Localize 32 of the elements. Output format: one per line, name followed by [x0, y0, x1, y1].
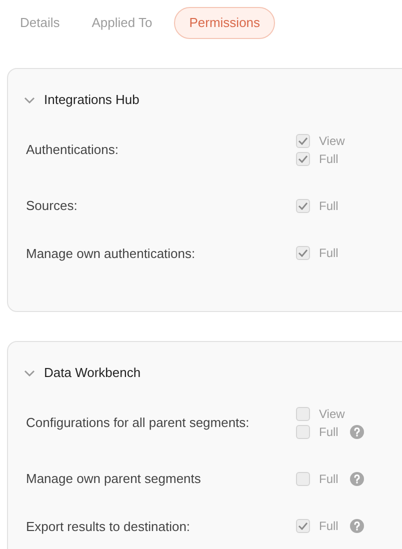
help-icon[interactable]: [350, 425, 364, 439]
help-icon[interactable]: [350, 472, 364, 486]
checkbox[interactable]: [296, 519, 310, 534]
checkbox[interactable]: [296, 134, 310, 148]
checkbox[interactable]: [296, 407, 310, 421]
option-label: View: [319, 133, 345, 150]
checkbox[interactable]: [296, 152, 310, 166]
checkbox[interactable]: [296, 425, 310, 439]
permission-label: Sources:: [26, 197, 78, 215]
tab[interactable]: Permissions: [174, 7, 276, 39]
tab[interactable]: Applied To: [82, 7, 162, 39]
tab[interactable]: Details: [10, 7, 70, 39]
permission-label: Authentications:: [26, 141, 120, 160]
section-title: Integrations Hub: [44, 91, 140, 110]
help-icon[interactable]: [350, 519, 364, 534]
permission-label: Manage own authentications:: [26, 244, 196, 263]
option-label: Full: [319, 151, 338, 168]
permission-label: Manage own parent segments: [26, 470, 202, 488]
option-label: View: [319, 406, 345, 423]
checkbox[interactable]: [296, 246, 310, 260]
chevron-icon[interactable]: [24, 370, 35, 376]
permission-label: Configurations for all parent segments:: [26, 414, 250, 432]
option-label: Full: [319, 245, 338, 262]
option-label: Full: [319, 198, 338, 215]
permission-label: Export results to destination:: [26, 518, 192, 536]
checkbox[interactable]: [296, 472, 310, 486]
chevron-icon[interactable]: [24, 96, 35, 104]
option-label: Full: [319, 470, 338, 488]
checkbox[interactable]: [296, 198, 310, 213]
section-title: Data Workbench: [44, 364, 141, 382]
option-label: Full: [319, 518, 338, 536]
option-label: Full: [319, 424, 338, 441]
